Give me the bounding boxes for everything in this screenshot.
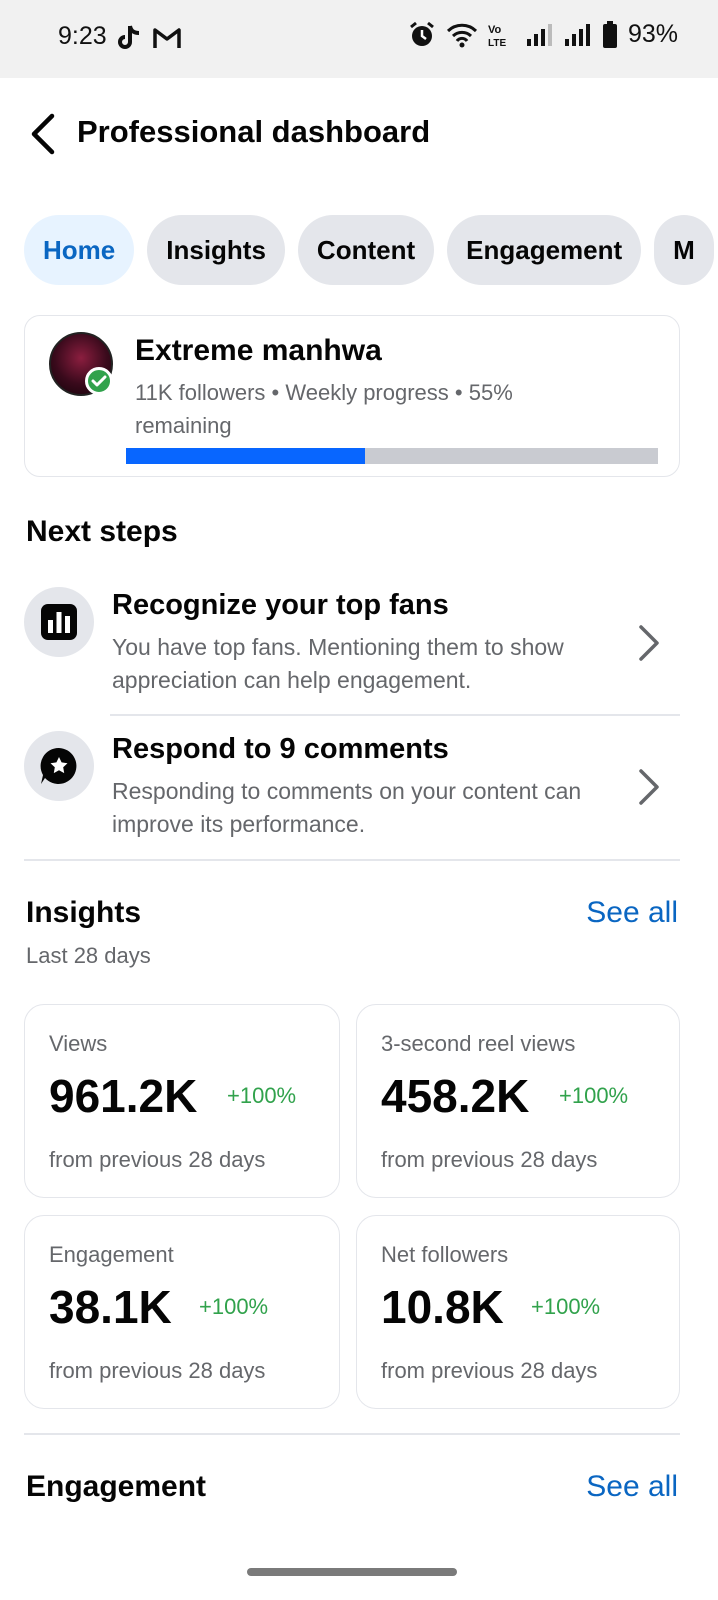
stat-value: 10.8K xyxy=(381,1281,504,1333)
stat-footnote: from previous 28 days xyxy=(49,1358,266,1383)
tab-bar: Home Insights Content Engagement M xyxy=(24,215,718,287)
stat-label: Net followers xyxy=(381,1242,509,1267)
bar-chart-icon xyxy=(24,587,94,657)
engagement-see-all-link[interactable]: See all xyxy=(586,1470,678,1504)
stat-change: +100% xyxy=(559,1083,629,1108)
weekly-progress-bar xyxy=(126,448,658,464)
step-title: Respond to 9 comments xyxy=(112,733,449,765)
tab-insights[interactable]: Insights xyxy=(147,215,285,285)
chevron-right-icon xyxy=(639,625,659,661)
stat-change: +100% xyxy=(227,1083,297,1108)
stat-card-net-followers[interactable]: Net followers 10.8K +100% from previous … xyxy=(356,1215,680,1409)
tab-more[interactable]: M xyxy=(654,215,714,285)
stat-footnote: from previous 28 days xyxy=(381,1358,598,1383)
profile-card[interactable]: Extreme manhwa 11K followers • Weekly pr… xyxy=(24,315,680,477)
stat-value: 961.2K xyxy=(49,1070,198,1122)
step-title: Recognize your top fans xyxy=(112,589,449,621)
insights-period: Last 28 days xyxy=(26,943,151,968)
chevron-right-icon xyxy=(639,769,659,805)
svg-text:LTE: LTE xyxy=(488,38,506,48)
signal-icon xyxy=(526,23,552,46)
stat-card-views[interactable]: Views 961.2K +100% from previous 28 days xyxy=(24,1004,340,1198)
status-time: 9:23 xyxy=(58,22,107,50)
gmail-icon xyxy=(153,28,181,48)
step-respond-comments[interactable]: Respond to 9 comments Responding to comm… xyxy=(24,731,680,851)
step-top-fans[interactable]: Recognize your top fans You have top fan… xyxy=(24,587,680,707)
stat-value: 38.1K xyxy=(49,1281,172,1333)
insights-see-all-link[interactable]: See all xyxy=(586,896,678,930)
stat-label: Engagement xyxy=(49,1242,174,1267)
battery-percent: 93% xyxy=(627,20,678,48)
volte-icon: Vo LTE xyxy=(488,24,506,48)
signal-icon xyxy=(564,23,590,46)
stat-footnote: from previous 28 days xyxy=(49,1147,266,1172)
stat-card-engagement[interactable]: Engagement 38.1K +100% from previous 28 … xyxy=(24,1215,340,1409)
wifi-icon xyxy=(446,23,478,47)
profile-meta: 11K followers • Weekly progress • 55% re… xyxy=(135,380,513,438)
divider xyxy=(24,1433,680,1435)
chevron-left-icon[interactable] xyxy=(26,112,62,156)
stat-footnote: from previous 28 days xyxy=(381,1147,598,1172)
alarm-icon xyxy=(410,21,434,46)
tiktok-icon xyxy=(118,25,140,49)
step-description: You have top fans. Mentioning them to sh… xyxy=(112,634,564,693)
next-steps-title: Next steps xyxy=(26,515,178,548)
comment-star-icon xyxy=(24,731,94,801)
stat-change: +100% xyxy=(531,1294,601,1319)
divider xyxy=(110,714,680,716)
weekly-progress-fill xyxy=(126,448,366,464)
step-description: Responding to comments on your content c… xyxy=(112,778,582,837)
tab-home[interactable]: Home xyxy=(24,215,135,285)
home-indicator[interactable] xyxy=(247,1568,457,1576)
battery-icon xyxy=(602,20,617,48)
page-title: Professional dashboard xyxy=(77,114,431,149)
insights-title: Insights xyxy=(26,896,142,929)
header: Professional dashboard xyxy=(0,78,718,190)
tab-engagement[interactable]: Engagement xyxy=(447,215,642,285)
verified-check-icon xyxy=(85,367,113,395)
tab-content[interactable]: Content xyxy=(297,215,435,285)
status-bar: 9:23 Vo LTE 93% xyxy=(0,0,718,78)
engagement-title: Engagement xyxy=(26,1470,207,1503)
divider xyxy=(24,859,680,861)
profile-name: Extreme manhwa xyxy=(135,334,382,367)
stat-card-reel-views[interactable]: 3-second reel views 458.2K +100% from pr… xyxy=(356,1004,680,1198)
svg-text:Vo: Vo xyxy=(488,24,502,36)
stat-label: 3-second reel views xyxy=(381,1031,576,1056)
stat-value: 458.2K xyxy=(381,1070,530,1122)
stat-change: +100% xyxy=(199,1294,269,1319)
stat-label: Views xyxy=(49,1031,108,1056)
